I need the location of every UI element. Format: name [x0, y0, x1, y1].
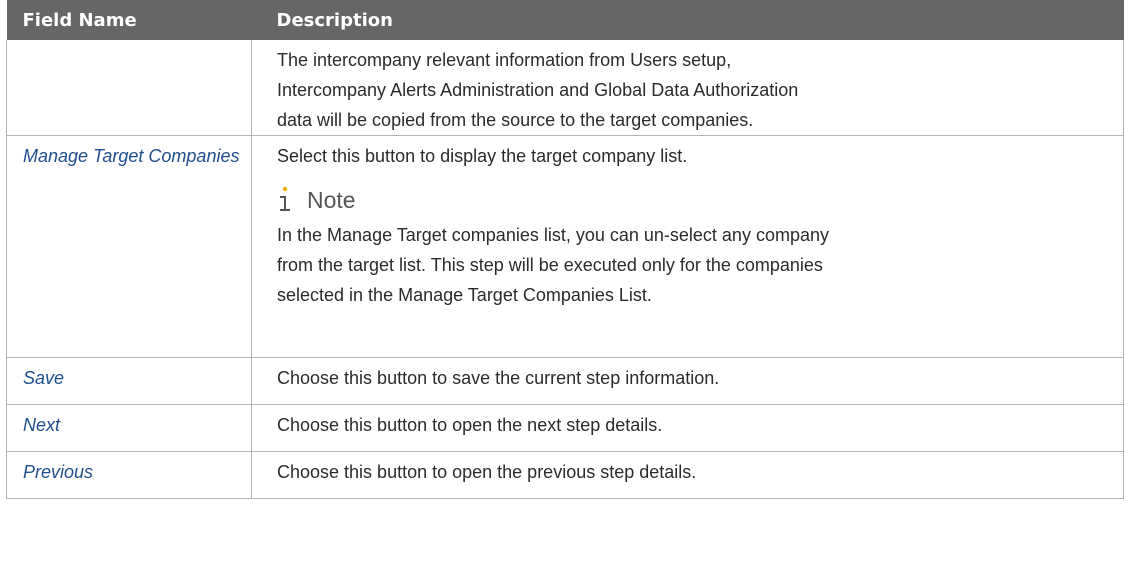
note-line: from the target list. This step will be … — [277, 255, 823, 275]
description-line: The intercompany relevant information fr… — [277, 50, 732, 70]
description-line: Intercompany Alerts Administration and G… — [277, 80, 799, 100]
note-line: selected in the Manage Target Companies … — [277, 285, 652, 305]
field-cell: Save — [6, 357, 252, 405]
note-text: In the Manage Target companies list, you… — [277, 220, 1109, 310]
field-description-table: Field Name Description The intercompany … — [6, 0, 1124, 499]
description-cell: Select this button to display the target… — [251, 135, 1124, 358]
field-cell: Manage Target Companies — [6, 135, 252, 358]
description-cell: Choose this button to save the current s… — [251, 357, 1124, 405]
table-header-row: Field Name Description — [6, 0, 1124, 40]
description-cell: Choose this button to open the next step… — [251, 404, 1124, 452]
table-row: Manage Target Companies Select this butt… — [6, 135, 1124, 358]
table-row: Save Choose this button to save the curr… — [6, 357, 1124, 405]
note-label: Note — [307, 187, 356, 213]
field-cell: Previous — [6, 451, 252, 499]
description-line: data will be copied from the source to t… — [277, 110, 754, 130]
description-cell: The intercompany relevant information fr… — [251, 40, 1124, 136]
table-row: The intercompany relevant information fr… — [6, 40, 1124, 136]
description-cell: Choose this button to open the previous … — [251, 451, 1124, 499]
field-cell — [6, 40, 252, 136]
description-header: Description — [251, 0, 1124, 40]
info-icon — [277, 185, 293, 215]
table-row: Next Choose this button to open the next… — [6, 404, 1124, 452]
field-name-header: Field Name — [6, 0, 252, 40]
field-cell: Next — [6, 404, 252, 452]
table-row: Previous Choose this button to open the … — [6, 451, 1124, 499]
note-line: In the Manage Target companies list, you… — [277, 225, 829, 245]
note-heading: Note — [277, 177, 1109, 215]
description-text: Select this button to display the target… — [277, 146, 688, 166]
